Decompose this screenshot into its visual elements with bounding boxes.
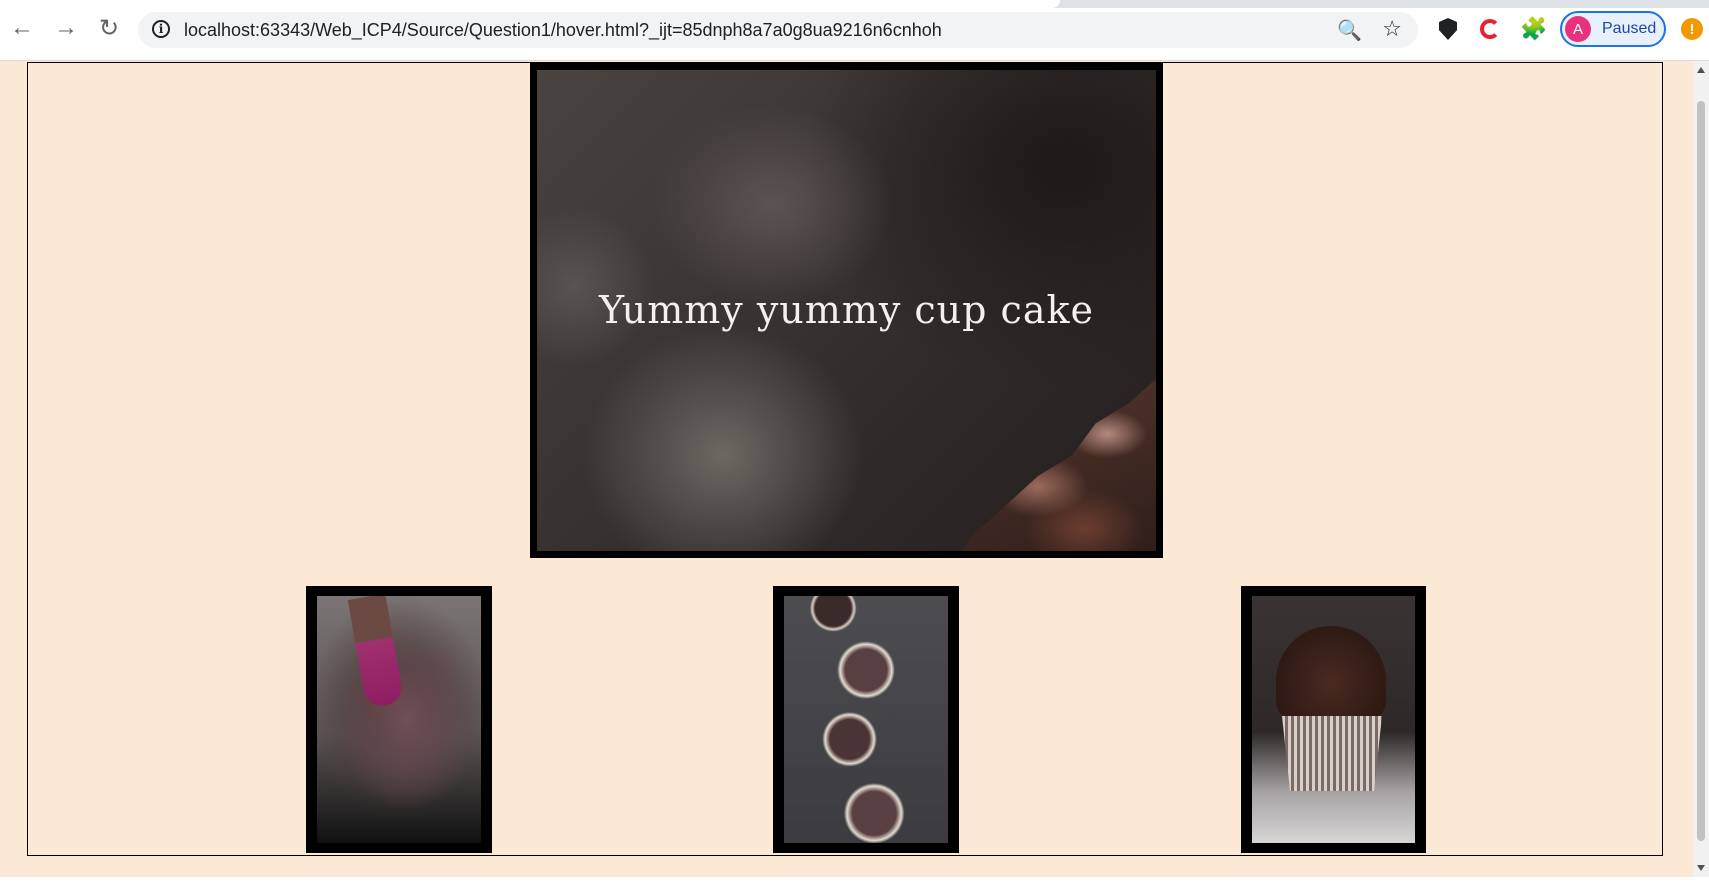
thumbnail-1[interactable] — [306, 586, 492, 853]
active-tab[interactable] — [0, 0, 1060, 8]
spatula-detail — [347, 596, 405, 709]
cupcake-pan-image — [784, 596, 948, 843]
cupcake-frosting-detail — [1276, 626, 1386, 721]
vertical-scrollbar[interactable] — [1693, 61, 1709, 877]
reload-button[interactable]: ↻ — [95, 14, 123, 42]
hero-frosting-detail — [946, 371, 1156, 551]
frosted-cupcake-image — [1252, 596, 1415, 843]
back-button[interactable]: ← — [8, 14, 36, 42]
hero-image-frame[interactable]: Yummy yummy cup cake — [530, 63, 1163, 558]
extensions-puzzle-icon[interactable]: 🧩 — [1520, 16, 1547, 41]
page-bottom-edge — [0, 877, 1709, 891]
thumbnail-3[interactable] — [1241, 586, 1426, 853]
swirl-extension-icon[interactable] — [1478, 17, 1502, 41]
scroll-up-icon[interactable] — [1697, 67, 1705, 73]
url-text[interactable]: localhost:63343/Web_ICP4/Source/Question… — [184, 20, 942, 41]
tab-strip — [0, 0, 1709, 8]
profile-avatar: A — [1565, 16, 1591, 42]
arrow-right-icon: → — [54, 14, 78, 41]
browser-toolbar: ← → ↻ i localhost:63343/Web_ICP4/Source/… — [0, 0, 1709, 61]
address-bar[interactable]: i localhost:63343/Web_ICP4/Source/Questi… — [138, 12, 1418, 48]
shield-extension-icon[interactable] — [1436, 17, 1460, 41]
profile-button[interactable]: A Paused — [1560, 11, 1666, 47]
arrow-left-icon: ← — [10, 14, 34, 41]
reload-icon: ↻ — [98, 14, 120, 42]
scrollbar-thumb[interactable] — [1697, 101, 1705, 841]
site-info-icon[interactable]: i — [152, 20, 170, 38]
hero-caption: Yummy yummy cup cake — [598, 288, 1095, 332]
forward-button[interactable]: → — [52, 14, 80, 42]
bookmark-star-icon[interactable]: ☆ — [1382, 16, 1402, 42]
browser-menu-alert-icon[interactable]: ! — [1681, 18, 1703, 40]
thumbnail-2[interactable] — [773, 586, 959, 853]
scroll-down-icon[interactable] — [1697, 865, 1705, 871]
profile-status: Paused — [1602, 20, 1657, 37]
chocolate-batter-bowl-image — [317, 596, 481, 843]
hero-cupcake-image: Yummy yummy cup cake — [537, 70, 1156, 551]
cupcake-liner-detail — [1282, 716, 1382, 791]
zoom-icon[interactable]: 🔍 — [1337, 18, 1362, 43]
